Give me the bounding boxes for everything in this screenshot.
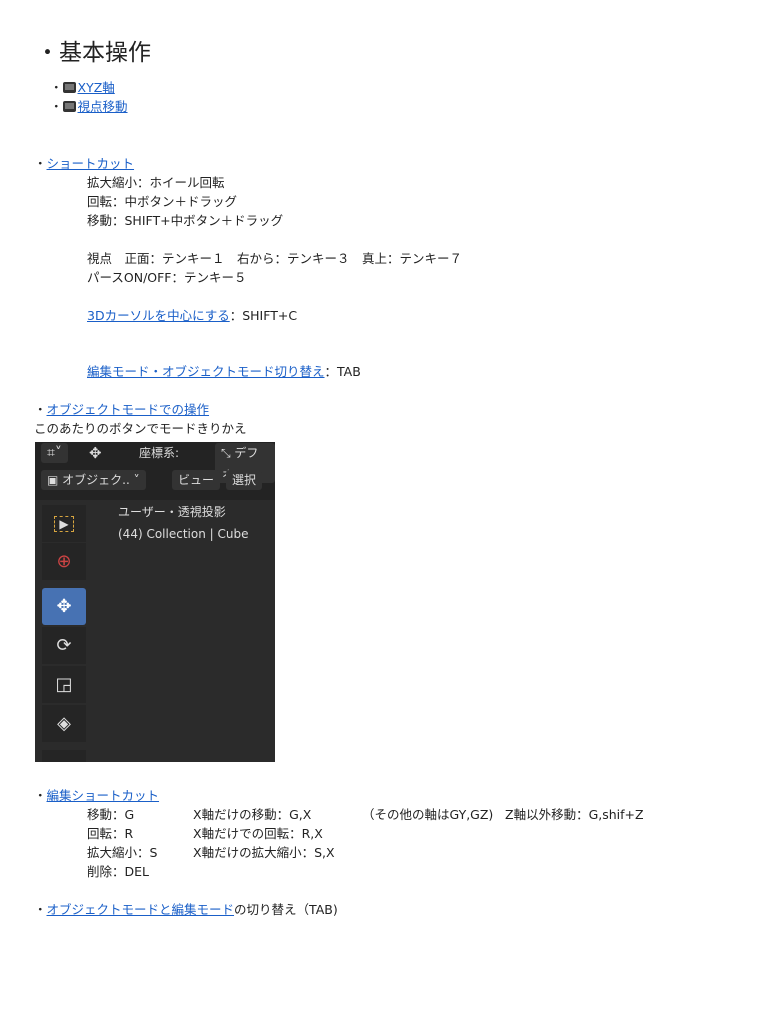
viewport-info: (44) Collection | Cube	[118, 527, 249, 541]
text-cell: X軸だけの移動：G,X	[193, 807, 312, 822]
rotate-tool-icon: ⟳	[42, 627, 86, 664]
select-box-icon: ▶	[42, 505, 86, 542]
video-item: ・視点移動	[50, 99, 128, 114]
mode-switch-link[interactable]: 編集モード・オブジェクトモード切り替え	[87, 364, 325, 379]
tv-icon	[62, 82, 76, 93]
shortcut-link[interactable]: ショートカット	[47, 156, 135, 171]
mode-line: 編集モード・オブジェクトモード切り替え：TAB	[87, 364, 361, 379]
move-arrows-icon: ✥	[89, 444, 102, 462]
caption: このあたりのボタンでモードきりかえ	[34, 421, 247, 436]
page-title: ・基本操作	[36, 40, 151, 66]
text-cell: X軸だけでの回転：R,X	[193, 826, 323, 841]
axes-icon: ⤡	[221, 446, 235, 460]
text-cell: 削除：DEL	[87, 864, 149, 879]
text-cell: 回転：R	[87, 826, 134, 841]
text-line: 視点 正面：テンキー１ 右から：テンキー３ 真上：テンキー７	[87, 251, 463, 266]
cursor-line: 3Dカーソルを中心にする：SHIFT+C	[87, 308, 298, 323]
move-tool-icon: ✥	[42, 588, 86, 625]
viewport-title: ユーザー・透視投影	[118, 505, 226, 519]
text-cell: 移動：G	[87, 807, 135, 822]
transform-tool-icon: ◈	[42, 705, 86, 742]
section-switch: ・オブジェクトモードと編集モードの切り替え（TAB)	[34, 902, 338, 917]
object-mode-link[interactable]: オブジェクトモードでの操作	[47, 402, 210, 417]
video-link-viewpoint[interactable]: 視点移動	[78, 99, 128, 114]
video-link-xyz[interactable]: XYZ軸	[78, 80, 115, 95]
text-cell: （その他の軸はGY,GZ)	[362, 807, 494, 822]
scale-tool-icon: ◲	[42, 666, 86, 703]
blender-screenshot: ⌗˅ ✥ 座標系: ⤡ デフォ ▣ オブジェク.. ˅ ビュー 選択 ユーザー・…	[35, 442, 275, 762]
transform-pivot-icon: ⌗˅	[41, 443, 68, 463]
text-line: 回転：中ボタン＋ドラッグ	[87, 194, 238, 209]
text-line: 移動：SHIFT+中ボタン＋ドラッグ	[87, 213, 284, 228]
coord-label: 座標系:	[139, 446, 180, 460]
section-edit-shortcut: ・編集ショートカット	[34, 788, 160, 803]
view-menu: ビュー	[172, 470, 221, 490]
cursor-center-link[interactable]: 3Dカーソルを中心にする	[87, 308, 230, 323]
mode-switch-link-2[interactable]: オブジェクトモードと編集モード	[47, 902, 235, 917]
mode-dropdown: ▣ オブジェク.. ˅	[41, 470, 146, 490]
tv-icon	[62, 101, 76, 112]
text-cell: 拡大縮小：S	[87, 845, 158, 860]
section-object-mode: ・オブジェクトモードでの操作	[34, 402, 210, 417]
cursor-icon: ⊕	[42, 543, 86, 580]
text-cell: X軸だけの拡大縮小：S,X	[193, 845, 335, 860]
select-menu: 選択	[226, 470, 263, 490]
annotate-tool-icon	[42, 750, 86, 762]
video-item: ・ XYZ軸	[50, 80, 115, 95]
text-line: パースON/OFF：テンキー５	[87, 270, 247, 285]
text-line: 拡大縮小：ホイール回転	[87, 175, 225, 190]
section-shortcut: ・ショートカット	[34, 156, 135, 171]
object-icon: ▣	[47, 473, 63, 487]
edit-shortcut-link[interactable]: 編集ショートカット	[47, 788, 160, 803]
text-cell: Z軸以外移動：G,shif+Z	[505, 807, 644, 822]
